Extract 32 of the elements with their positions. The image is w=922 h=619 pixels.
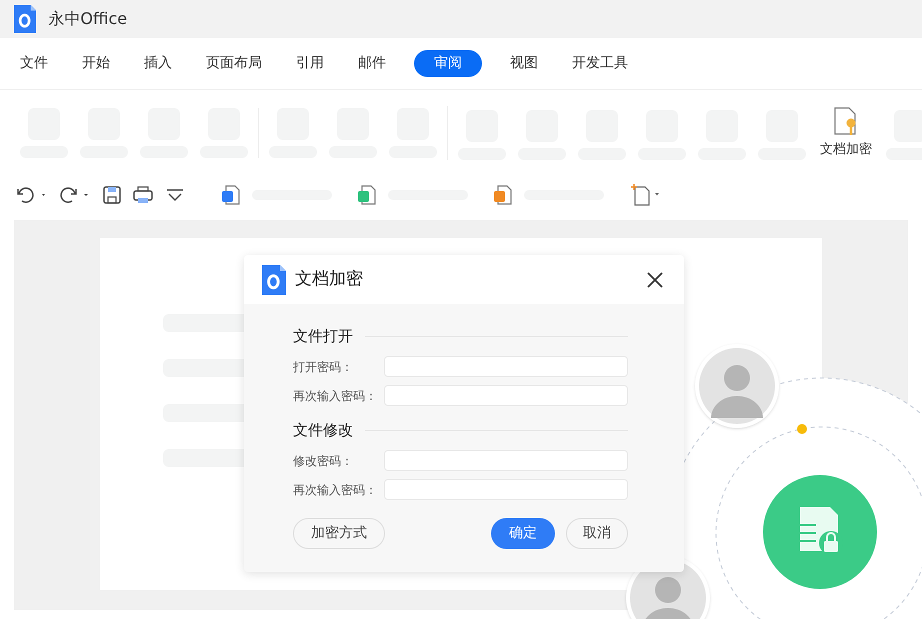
- menu-tab[interactable]: 审阅: [414, 50, 482, 77]
- orbit-dot: [797, 424, 807, 434]
- presentation-file-icon[interactable]: [492, 184, 514, 206]
- menu-tab[interactable]: 页面布局: [200, 50, 268, 77]
- app-title: 永中Office: [48, 8, 128, 30]
- confirm-button[interactable]: 确定: [491, 518, 555, 549]
- close-icon[interactable]: [646, 270, 664, 288]
- menu-tab[interactable]: 邮件: [352, 50, 392, 77]
- save-icon[interactable]: [102, 185, 122, 205]
- field-label: 再次输入密码：: [293, 482, 378, 498]
- dialog-title: 文档加密: [295, 268, 363, 291]
- menu-tab[interactable]: 插入: [138, 50, 178, 77]
- cancel-button[interactable]: 取消: [566, 518, 628, 549]
- document-logo-icon: [262, 264, 286, 294]
- encryption-method-button[interactable]: 加密方式: [293, 518, 385, 549]
- word-file-icon[interactable]: [220, 184, 242, 206]
- menu-tab[interactable]: 视图: [504, 50, 544, 77]
- new-document-icon[interactable]: [630, 183, 662, 207]
- menu-tab[interactable]: 引用: [290, 50, 330, 77]
- field-label: 再次输入密码：: [293, 388, 378, 404]
- file-lock-badge-icon: [763, 475, 877, 589]
- section-heading: 文件修改: [293, 420, 353, 441]
- section-heading: 文件打开: [293, 326, 353, 347]
- spreadsheet-file-icon[interactable]: [356, 184, 378, 206]
- field-label: 修改密码：: [293, 452, 354, 470]
- encrypt-document-button[interactable]: 文档加密: [818, 106, 874, 160]
- print-icon[interactable]: [132, 185, 154, 205]
- menu-tab[interactable]: 开发工具: [566, 50, 634, 77]
- field-label: 打开密码：: [293, 358, 354, 376]
- menu-tab[interactable]: 文件: [14, 50, 54, 77]
- menu-tab[interactable]: 开始: [76, 50, 116, 77]
- document-logo-icon: [14, 5, 36, 33]
